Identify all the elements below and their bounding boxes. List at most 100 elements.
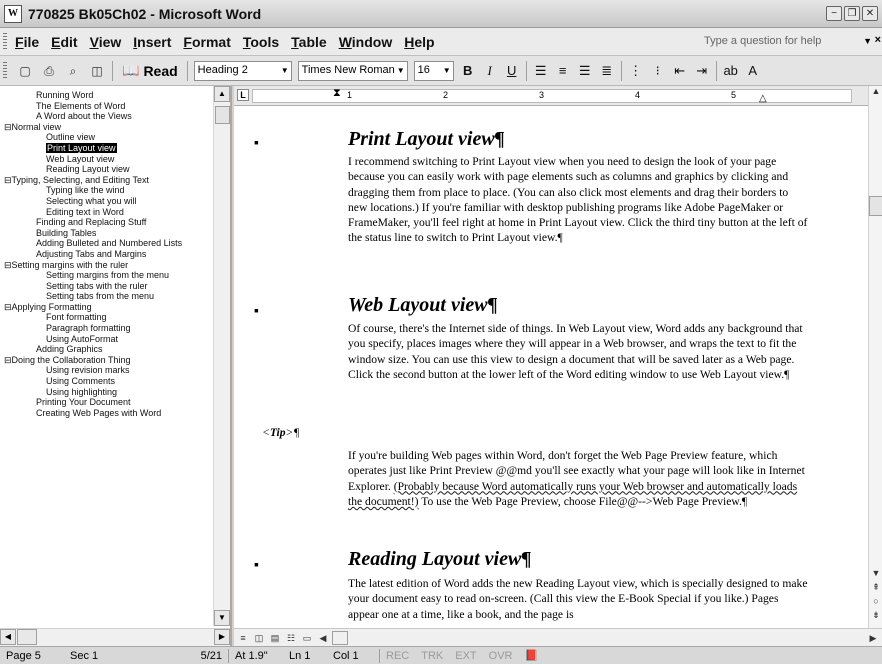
document-map-item[interactable]: Editing text in Word <box>0 207 214 218</box>
document-map-item[interactable]: The Elements of Word <box>0 101 214 112</box>
increase-indent-icon[interactable]: ⇥ <box>692 61 712 81</box>
scroll-left-icon[interactable]: ◀ <box>0 629 16 645</box>
document-map-item[interactable]: Setting tabs from the menu <box>0 291 214 302</box>
reading-layout-view-icon[interactable]: ▭ <box>300 631 314 645</box>
underline-button[interactable]: U <box>502 61 522 81</box>
bullets-icon[interactable]: ⁝ <box>648 61 668 81</box>
next-page-icon[interactable]: ⇟ <box>869 610 882 621</box>
normal-view-icon[interactable]: ≡ <box>236 631 250 645</box>
scroll-up-icon[interactable]: ▲ <box>869 86 882 96</box>
status-trk[interactable]: TRK <box>415 650 449 662</box>
document-map-item[interactable]: ⊟Doing the Collaboration Thing <box>0 355 214 366</box>
document-map-item[interactable]: Typing like the wind <box>0 185 214 196</box>
document-map-item[interactable]: Using highlighting <box>0 387 214 398</box>
scroll-thumb[interactable] <box>332 630 348 645</box>
print-icon[interactable]: ⎙ <box>39 61 59 81</box>
justify-icon[interactable]: ≣ <box>597 61 617 81</box>
word-icon[interactable]: W <box>4 4 22 23</box>
right-indent-icon[interactable]: △ <box>759 93 767 104</box>
research-icon[interactable]: ⌕ <box>63 61 83 81</box>
previous-page-icon[interactable]: ⇞ <box>869 582 882 593</box>
font-select[interactable]: Times New Roman ▼ <box>297 60 408 81</box>
document-map-item[interactable]: Font formatting <box>0 312 214 323</box>
align-left-icon[interactable]: ☰ <box>531 61 551 81</box>
document-map-item[interactable]: Printing Your Document <box>0 397 214 408</box>
menu-file[interactable]: File <box>13 34 49 50</box>
bold-button[interactable]: B <box>458 61 478 81</box>
align-right-icon[interactable]: ☰ <box>575 61 595 81</box>
scroll-right-icon[interactable]: ▶ <box>214 629 230 645</box>
document-map-item[interactable]: Using revision marks <box>0 365 214 376</box>
document-map-item[interactable]: Using Comments <box>0 376 214 387</box>
document-map-item[interactable]: Using AutoFormat <box>0 334 214 345</box>
print-layout-view-icon[interactable]: ▤ <box>268 631 282 645</box>
spelling-book-icon[interactable]: 📕 <box>518 649 544 662</box>
menu-view[interactable]: View <box>88 34 132 50</box>
menu-help[interactable]: Help <box>402 34 444 50</box>
scroll-down-icon[interactable]: ▼ <box>869 568 882 578</box>
scroll-down-icon[interactable]: ▼ <box>214 610 230 626</box>
restore-button[interactable]: ❐ <box>844 6 860 21</box>
document-map-item[interactable]: Creating Web Pages with Word <box>0 408 214 419</box>
document-map-item[interactable]: ⊟Setting margins with the ruler <box>0 260 214 271</box>
indent-marker-icon[interactable]: ⧗ <box>333 87 341 100</box>
highlight-icon[interactable]: ab <box>721 61 741 81</box>
document-map-item[interactable]: Running Word <box>0 90 214 101</box>
help-search-input[interactable]: Type a question for help <box>700 33 860 51</box>
status-ext[interactable]: EXT <box>449 650 482 662</box>
document-map-item[interactable]: ⊟Applying Formatting <box>0 302 214 313</box>
document-map-item[interactable]: Print Layout view <box>0 142 214 154</box>
document-map-item[interactable]: Outline view <box>0 132 214 143</box>
document-scrollbar[interactable]: ▲ ▼ ⇞ ○ ⇟ <box>868 86 882 628</box>
scroll-thumb[interactable] <box>869 196 882 216</box>
read-button[interactable]: 📖 Read <box>116 62 184 79</box>
document-map-item[interactable]: ⊟Normal view <box>0 122 214 133</box>
drawing-icon[interactable]: ◫ <box>87 61 107 81</box>
font-size-select[interactable]: 16 ▼ <box>413 60 454 81</box>
scroll-right-icon[interactable]: ▶ <box>866 631 880 645</box>
chevron-down-icon[interactable]: ▼ <box>863 36 872 46</box>
browse-object-icon[interactable]: ○ <box>869 596 882 606</box>
new-document-icon[interactable]: ▢ <box>15 61 35 81</box>
document-map-item[interactable]: Adjusting Tabs and Margins <box>0 249 214 260</box>
menu-insert[interactable]: Insert <box>131 34 181 50</box>
menu-edit[interactable]: Edit <box>49 34 87 50</box>
menu-format[interactable]: Format <box>181 34 240 50</box>
document-map-item[interactable]: A Word about the Views <box>0 111 214 122</box>
italic-button[interactable]: I <box>480 61 500 81</box>
style-select[interactable]: Heading 2 ▼ <box>193 60 292 81</box>
web-layout-view-icon[interactable]: ◫ <box>252 631 266 645</box>
menu-window[interactable]: Window <box>337 34 403 50</box>
document-map-scrollbar[interactable]: ▲ ▼ <box>213 86 230 626</box>
scroll-thumb[interactable] <box>17 629 37 645</box>
document-map-item[interactable]: Finding and Replacing Stuff <box>0 217 214 228</box>
toolbar-grip-icon[interactable] <box>3 61 7 80</box>
ruler[interactable]: L 1 2 3 4 5 ⧗ △ <box>234 86 868 106</box>
ruler-scale[interactable]: 1 2 3 4 5 ⧗ △ <box>252 87 852 104</box>
document-map-item[interactable]: Adding Bulleted and Numbered Lists <box>0 238 214 249</box>
outline-view-icon[interactable]: ☷ <box>284 631 298 645</box>
document-map-item[interactable]: Web Layout view <box>0 154 214 165</box>
scroll-left-icon[interactable]: ◀ <box>316 631 330 645</box>
close-button[interactable]: ✕ <box>862 6 878 21</box>
font-color-icon[interactable]: A <box>743 61 763 81</box>
document-map-item[interactable]: ⊟Typing, Selecting, and Editing Text <box>0 175 214 186</box>
document-map-item[interactable]: Paragraph formatting <box>0 323 214 334</box>
document-map-hscrollbar[interactable]: ◀ ▶ <box>0 628 230 646</box>
numbering-icon[interactable]: ⋮ <box>626 61 646 81</box>
close-document-button[interactable]: × <box>875 34 881 46</box>
menu-table[interactable]: Table <box>289 34 337 50</box>
scroll-up-icon[interactable]: ▲ <box>214 86 230 102</box>
minimize-button[interactable]: − <box>826 6 842 21</box>
document-map-item[interactable]: Setting margins from the menu <box>0 270 214 281</box>
tab-selector-icon[interactable]: L <box>237 89 249 101</box>
document-map-item[interactable]: Setting tabs with the ruler <box>0 281 214 292</box>
status-ovr[interactable]: OVR <box>483 650 519 662</box>
decrease-indent-icon[interactable]: ⇤ <box>670 61 690 81</box>
menu-grip-icon[interactable] <box>3 32 7 51</box>
document-map-item[interactable]: Building Tables <box>0 228 214 239</box>
document-map-item[interactable]: Adding Graphics <box>0 344 214 355</box>
document-map-item[interactable]: Selecting what you will <box>0 196 214 207</box>
status-rec[interactable]: REC <box>380 650 415 662</box>
document-area[interactable]: ▪ Print Layout view¶ I recommend switchi… <box>234 106 868 628</box>
